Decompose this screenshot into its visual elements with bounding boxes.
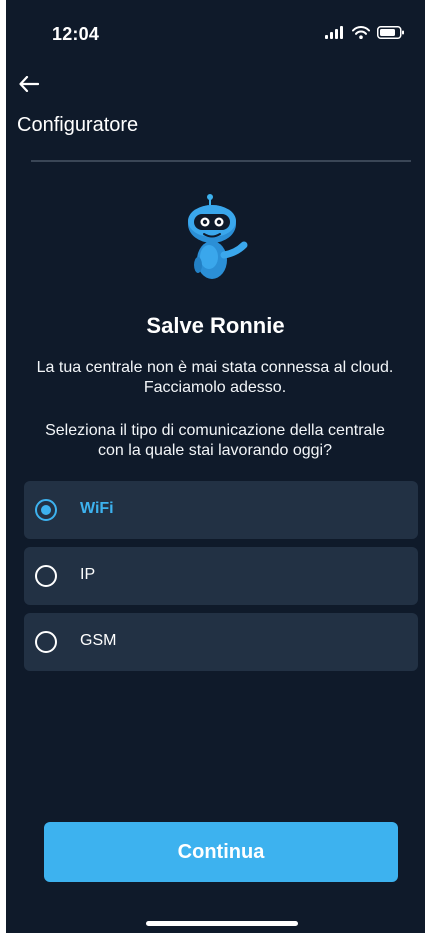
- app-screen: 12:04 Configuratore Salve Ronnie La tua …: [6, 0, 425, 933]
- header-divider: [31, 160, 411, 162]
- radio-selected-icon[interactable]: [35, 499, 57, 521]
- intro-text: La tua centrale non è mai stata connessa…: [36, 359, 394, 396]
- page-title: Configuratore: [17, 114, 139, 136]
- option-ip[interactable]: IP: [24, 547, 418, 605]
- radio-unselected-icon[interactable]: [35, 565, 57, 587]
- home-indicator: [146, 921, 298, 926]
- status-icons: [325, 26, 405, 39]
- option-wifi[interactable]: WiFi: [24, 481, 418, 539]
- wifi-icon: [352, 26, 370, 39]
- option-gsm[interactable]: GSM: [24, 613, 418, 671]
- greeting-heading: Salve Ronnie: [146, 313, 285, 338]
- status-bar: 12:04: [6, 0, 425, 70]
- radio-dot: [41, 505, 51, 515]
- battery-icon: [377, 26, 404, 39]
- continue-button[interactable]: Continua: [44, 822, 398, 882]
- question-text: Seleziona il tipo di comunicazione della…: [45, 422, 385, 459]
- back-button[interactable]: [14, 70, 44, 98]
- radio-unselected-icon[interactable]: [35, 631, 57, 653]
- cellular-signal-icon: [325, 26, 343, 39]
- option-label-wifi: WiFi: [80, 500, 114, 517]
- option-label-gsm: GSM: [80, 632, 117, 649]
- status-time: 12:04: [52, 24, 100, 44]
- option-label-ip: IP: [80, 566, 96, 583]
- arrow-left-icon: [19, 76, 39, 92]
- robot-mascot-icon: [188, 194, 248, 279]
